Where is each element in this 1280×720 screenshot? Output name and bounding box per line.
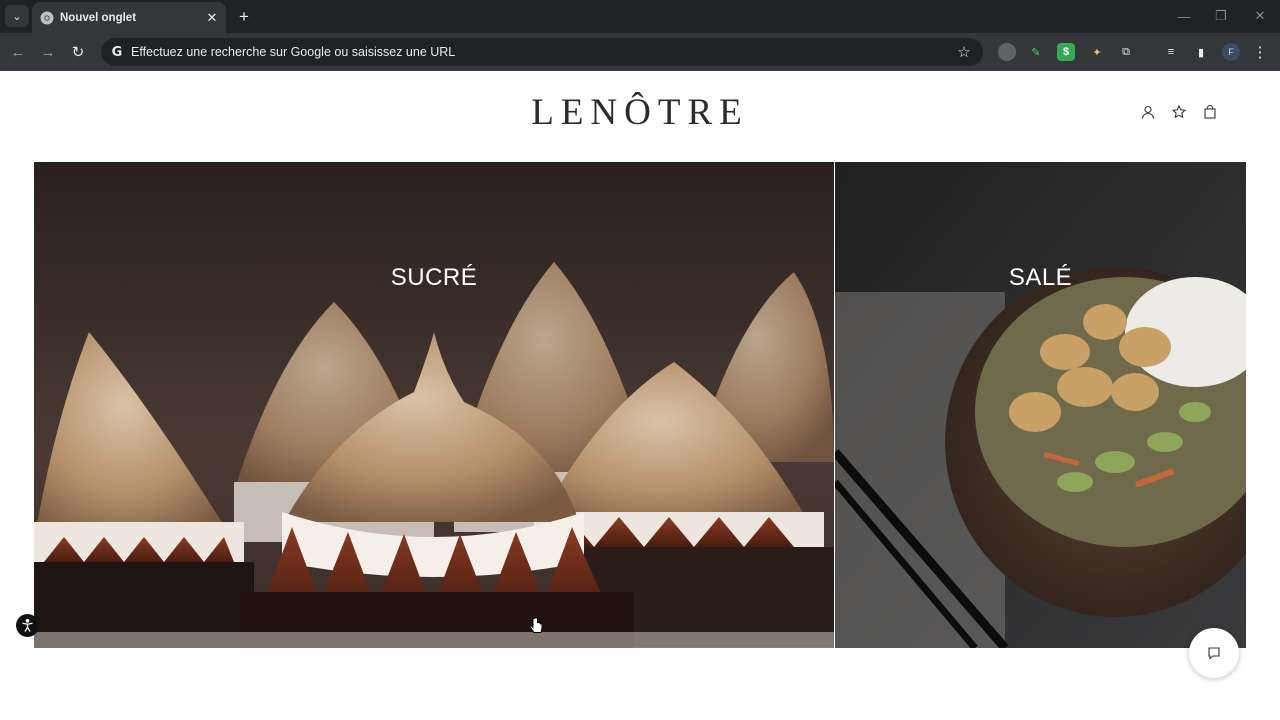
extension-dollar-icon[interactable]: $ — [1057, 43, 1075, 61]
wishlist-star-icon[interactable] — [1171, 104, 1187, 120]
browser-toolbar: ← → ↻ G Effectuez une recherche sur Goog… — [0, 33, 1280, 71]
reload-icon[interactable]: ↻ — [68, 42, 88, 62]
address-bar[interactable]: G Effectuez une recherche sur Google ou … — [101, 38, 983, 66]
close-window-button[interactable]: ✕ — [1250, 6, 1270, 26]
extension-pin-icon[interactable]: ✎ — [1027, 43, 1045, 61]
bookmark-star-icon[interactable]: ☆ — [953, 41, 975, 63]
side-panel-icon[interactable]: ▮ — [1192, 43, 1210, 61]
tab-close-icon[interactable]: ✕ — [204, 10, 220, 26]
category-sale[interactable]: SALÉ — [835, 162, 1246, 648]
shopping-bag-icon[interactable] — [1202, 104, 1218, 120]
chat-icon — [1208, 647, 1220, 660]
page-content: LENÔTRE SUCRÉ SALÉ — [0, 71, 1280, 720]
site-logo[interactable]: LENÔTRE — [490, 93, 790, 133]
tab-title: Nouvel onglet — [60, 11, 137, 24]
shrimp-bowl-photo — [835, 162, 1246, 648]
back-arrow-icon[interactable]: ← — [8, 42, 28, 62]
minimize-button[interactable]: — — [1174, 6, 1194, 26]
accessibility-icon[interactable] — [16, 614, 39, 637]
extension-brush-icon[interactable]: ✦ — [1088, 43, 1106, 61]
chrome-favicon-icon — [40, 11, 54, 25]
category-label-sucre[interactable]: SUCRÉ — [34, 264, 834, 292]
profile-avatar[interactable]: F — [1222, 43, 1240, 61]
chat-button[interactable] — [1189, 628, 1239, 678]
forward-arrow-icon[interactable]: → — [38, 42, 58, 62]
account-icon[interactable] — [1140, 104, 1156, 120]
restore-button[interactable]: ❐ — [1211, 6, 1231, 26]
extension-circle-icon[interactable] — [998, 43, 1016, 61]
browser-tab-strip: ⌄ Nouvel onglet ✕ + — ❐ ✕ — [0, 0, 1280, 33]
tab-nouvel-onglet[interactable]: Nouvel onglet ✕ — [32, 2, 226, 33]
hand-cursor-icon — [529, 617, 543, 633]
extensions-puzzle-icon[interactable]: ⧉ — [1117, 43, 1135, 61]
new-tab-button[interactable]: + — [234, 7, 254, 27]
google-g-icon: G — [111, 44, 123, 60]
dessert-photo — [34, 162, 834, 648]
tab-search-button[interactable]: ⌄ — [5, 5, 29, 27]
media-controls-icon[interactable]: ≡ — [1162, 43, 1180, 61]
category-label-sale[interactable]: SALÉ — [835, 264, 1246, 292]
more-menu-icon[interactable]: ⋮ — [1252, 42, 1268, 62]
category-sucre[interactable]: SUCRÉ — [34, 162, 834, 648]
address-bar-placeholder: Effectuez une recherche sur Google ou sa… — [131, 45, 456, 59]
